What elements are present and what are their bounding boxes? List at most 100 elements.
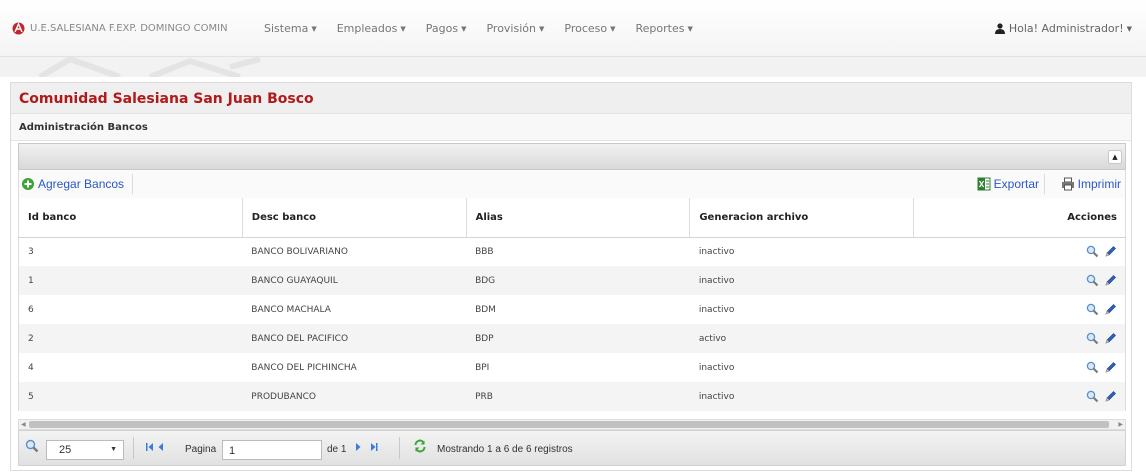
first-prev-page-icons[interactable] [145, 440, 167, 454]
cell-desc: BANCO DEL PICHINCHA [242, 353, 467, 382]
next-last-page-icons[interactable] [349, 440, 381, 454]
cell-desc: PRODUBANCO [242, 382, 467, 411]
caret-down-icon: ▼ [1126, 24, 1132, 33]
page-label: Pagina [185, 444, 217, 455]
pencil-icon[interactable] [1104, 361, 1117, 374]
scrollbar-thumb[interactable] [29, 421, 1109, 428]
pencil-icon[interactable] [1104, 245, 1117, 258]
brand-name: U.E.SALESIANA F.EXP. DOMINGO COMIN [30, 23, 228, 34]
menu-pagos[interactable]: Pagos ▼ [426, 22, 467, 35]
cell-alias: BDG [466, 266, 690, 295]
pencil-icon[interactable] [1104, 390, 1117, 403]
cell-actions [913, 266, 1126, 295]
magnifier-icon[interactable] [25, 439, 39, 453]
grid-toolbar: Agregar Bancos Exportar Imprimir [18, 170, 1126, 198]
cell-generation: activo [689, 324, 914, 353]
menu-label: Provisión [486, 22, 536, 35]
cell-id: 5 [18, 382, 243, 411]
page-total-label: de 1 [327, 444, 347, 455]
records-info: Mostrando 1 a 6 de 6 registros [437, 444, 573, 455]
page-title: Comunidad Salesiana San Juan Bosco [11, 83, 1131, 114]
content-panel: Comunidad Salesiana San Juan Bosco Admin… [10, 82, 1132, 471]
bosco-logo-icon [12, 22, 25, 35]
user-icon [994, 23, 1005, 34]
cell-actions [913, 382, 1126, 411]
page-size-select[interactable]: 25 ▼ [46, 440, 124, 460]
menu-provision[interactable]: Provisión ▼ [486, 22, 544, 35]
cell-actions [913, 295, 1126, 324]
magnifier-icon[interactable] [1086, 390, 1099, 403]
column-header-alias[interactable]: Alias [466, 198, 691, 238]
print-label: Imprimir [1077, 177, 1121, 191]
column-header-desc[interactable]: Desc banco [242, 198, 467, 238]
excel-icon [977, 177, 991, 191]
magnifier-icon[interactable] [1086, 274, 1099, 287]
magnifier-icon[interactable] [1086, 245, 1099, 258]
menu-reportes[interactable]: Reportes ▼ [636, 22, 693, 35]
caret-down-icon: ▼ [400, 25, 406, 33]
cell-id: 1 [18, 266, 243, 295]
main-menu: Sistema ▼ Empleados ▼ Pagos ▼ Provisión ▼ Pr… [264, 22, 713, 35]
menu-label: Pagos [425, 22, 459, 35]
menu-label: Reportes [635, 22, 685, 35]
add-bank-label: Agregar Bancos [38, 177, 125, 191]
brand[interactable]: U.E.SALESIANA F.EXP. DOMINGO COMIN [12, 22, 228, 35]
pencil-icon[interactable] [1104, 303, 1117, 316]
cell-id: 6 [18, 295, 243, 324]
user-greeting: Hola! Administrador! [1008, 22, 1124, 35]
table-row[interactable]: 1 BANCO GUAYAQUIL BDG inactivo [18, 266, 1126, 295]
caret-down-icon: ▼ [610, 25, 616, 33]
column-header-id[interactable]: Id banco [18, 198, 243, 238]
cell-desc: BANCO GUAYAQUIL [242, 266, 467, 295]
print-button[interactable]: Imprimir [1061, 174, 1121, 194]
caret-down-icon: ▼ [110, 446, 117, 453]
column-header-generation[interactable]: Generacion archivo [689, 198, 915, 238]
page-number-input[interactable]: 1 [222, 440, 322, 460]
magnifier-icon[interactable] [1086, 361, 1099, 374]
cell-generation: inactivo [689, 237, 914, 266]
separator [133, 437, 134, 459]
table-row[interactable]: 6 BANCO MACHALA BDM inactivo [18, 295, 1126, 324]
horizontal-scrollbar[interactable]: ◀ ▶ [18, 419, 1126, 430]
table-row[interactable]: 2 BANCO DEL PACIFICO BDP activo [18, 324, 1126, 353]
user-menu[interactable]: Hola! Administrador! ▼ [994, 22, 1132, 35]
cell-alias: BDP [466, 324, 690, 353]
page-size-value: 25 [59, 444, 72, 456]
cell-generation: inactivo [689, 353, 914, 382]
cell-actions [913, 324, 1126, 353]
cell-alias: PRB [466, 382, 690, 411]
cell-id: 4 [18, 353, 243, 382]
header-background-strip [0, 57, 1146, 77]
export-label: Exportar [993, 177, 1039, 191]
collapse-grid-button[interactable]: ▲ [1108, 150, 1122, 164]
top-navbar: U.E.SALESIANA F.EXP. DOMINGO COMIN Siste… [0, 0, 1146, 57]
pencil-icon[interactable] [1104, 332, 1117, 345]
caret-down-icon: ▼ [687, 25, 693, 33]
cell-desc: BANCO DEL PACIFICO [242, 324, 467, 353]
separator [399, 437, 400, 459]
cell-desc: BANCO MACHALA [242, 295, 467, 324]
cell-alias: BBB [466, 237, 690, 266]
export-button[interactable]: Exportar [977, 174, 1045, 194]
caret-down-icon: ▼ [538, 25, 545, 33]
cell-generation: inactivo [689, 295, 914, 324]
menu-label: Sistema [264, 22, 309, 35]
cell-id: 3 [18, 237, 243, 266]
magnifier-icon[interactable] [1086, 332, 1099, 345]
table-row[interactable]: 4 BANCO DEL PICHINCHA BPI inactivo [18, 353, 1126, 382]
refresh-icon[interactable] [413, 439, 427, 453]
table-row[interactable]: 3 BANCO BOLIVARIANO BBB inactivo [18, 237, 1126, 266]
cell-id: 2 [18, 324, 243, 353]
caret-down-icon: ▼ [311, 25, 317, 33]
menu-sistema[interactable]: Sistema ▼ [264, 22, 317, 35]
add-bank-button[interactable]: Agregar Bancos [21, 174, 134, 194]
table-row[interactable]: 5 PRODUBANCO PRB inactivo [18, 382, 1126, 411]
scroll-right-arrow-icon[interactable]: ▶ [1118, 420, 1123, 429]
pencil-icon[interactable] [1104, 274, 1117, 287]
cell-generation: inactivo [689, 382, 914, 411]
menu-proceso[interactable]: Proceso ▼ [564, 22, 615, 35]
header-decoration [38, 57, 261, 77]
magnifier-icon[interactable] [1086, 303, 1099, 316]
menu-empleados[interactable]: Empleados ▼ [337, 22, 406, 35]
scroll-left-arrow-icon[interactable]: ◀ [21, 420, 26, 429]
